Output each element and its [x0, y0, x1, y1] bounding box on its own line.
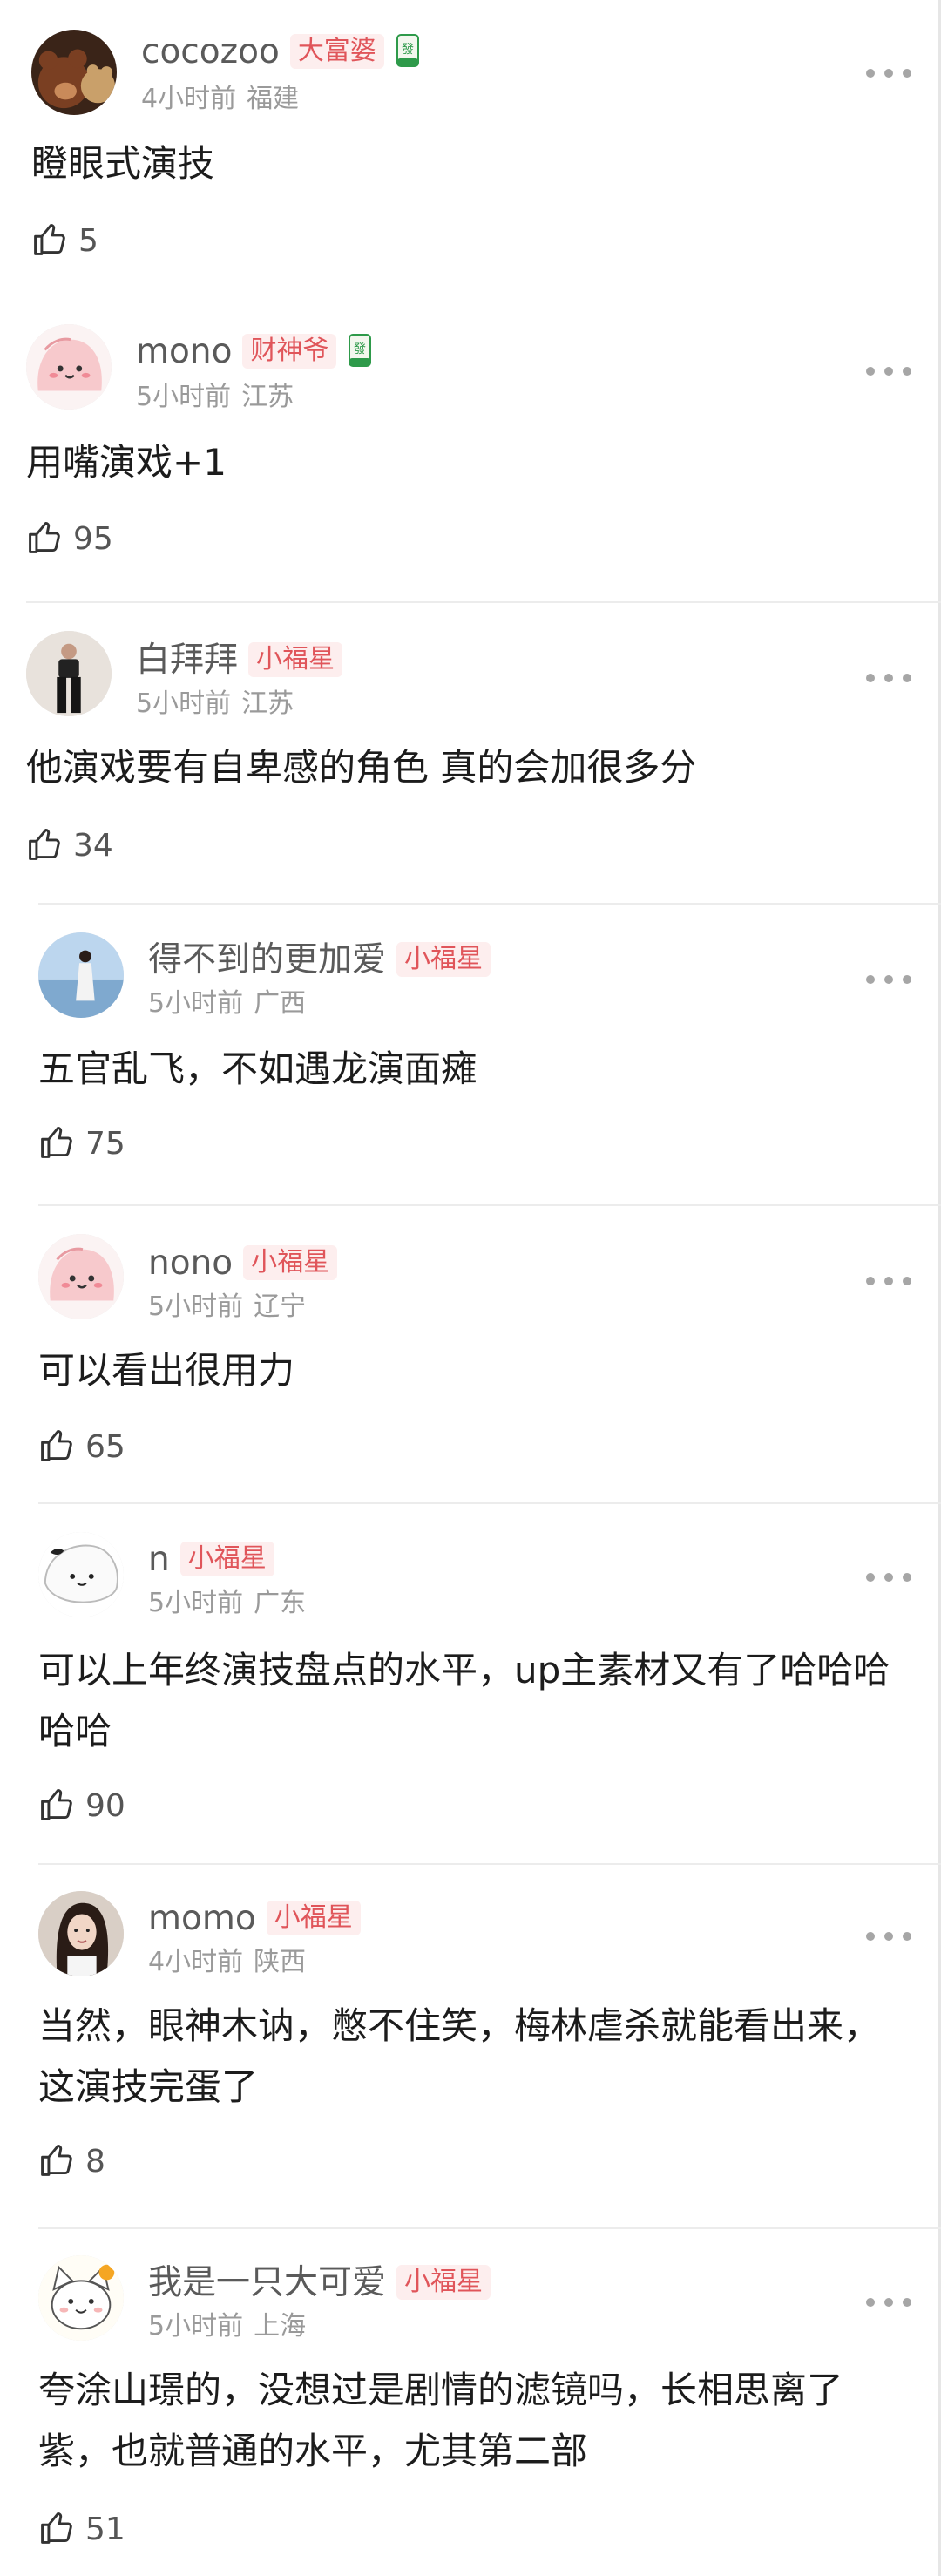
divider	[26, 601, 941, 603]
mahjong-tile-icon: 發	[349, 333, 372, 367]
divider	[38, 1502, 941, 1504]
comment-text: 瞪眼式演技	[31, 142, 215, 185]
comment-time: 5小时前	[148, 1588, 244, 1618]
like-button[interactable]: 5	[31, 221, 98, 261]
divider	[38, 903, 941, 905]
like-button[interactable]: 8	[38, 2142, 105, 2182]
beach-photo-avatar-icon	[38, 932, 124, 1018]
pink-blob-avatar-icon	[38, 1234, 124, 1319]
user-badge: 财神爷	[242, 333, 337, 369]
user-badge: 大富婆	[289, 33, 384, 69]
more-options-icon[interactable]	[866, 1274, 911, 1288]
like-count: 51	[85, 2512, 125, 2547]
thumbs-up-icon	[41, 1126, 72, 1158]
thumbs-up-icon	[29, 828, 60, 860]
like-count: 8	[85, 2144, 105, 2179]
username[interactable]: 得不到的更加爱	[148, 940, 386, 980]
comment-time: 5小时前	[148, 988, 244, 1019]
like-button[interactable]: 34	[26, 826, 113, 866]
more-options-icon[interactable]	[866, 973, 911, 986]
comment-text: 他演戏要有自卑感的角色 真的会加很多分	[26, 746, 697, 789]
comment-location: 辽宁	[254, 1291, 307, 1322]
username[interactable]: 我是一只大可爱	[148, 2263, 386, 2302]
bear-avatar-icon	[31, 30, 117, 115]
username[interactable]: cocozoo	[141, 32, 280, 71]
like-button[interactable]: 51	[38, 2510, 125, 2550]
avatar[interactable]	[38, 1891, 124, 1976]
like-count: 34	[73, 828, 113, 864]
avatar[interactable]	[38, 2255, 124, 2341]
more-options-icon[interactable]	[866, 1929, 911, 1943]
like-button[interactable]: 90	[38, 1786, 125, 1827]
username[interactable]: mono	[136, 332, 232, 371]
thumbs-up-icon	[29, 521, 60, 553]
comment-time: 4小时前	[148, 1947, 244, 1977]
comment-location: 福建	[247, 84, 300, 114]
comment-location: 陕西	[254, 1947, 307, 1977]
comment-text: 当然，眼神木讷，憋不住笑，梅林虐杀就能看出来，这演技完蛋了	[38, 2004, 881, 2108]
like-count: 65	[85, 1429, 125, 1465]
girl-photo-avatar-icon	[38, 1891, 124, 1976]
thumbs-up-icon	[41, 1788, 72, 1820]
like-count: 5	[78, 223, 98, 259]
more-options-icon[interactable]	[866, 2295, 911, 2309]
more-options-icon[interactable]	[866, 364, 911, 378]
comment-text: 可以上年终演技盘点的水平，up主素材又有了哈哈哈哈哈	[38, 1649, 890, 1752]
comment-location: 江苏	[241, 688, 294, 719]
divider	[38, 1863, 941, 1865]
svg-text:發: 發	[402, 43, 414, 57]
username[interactable]: n	[148, 1540, 170, 1579]
username[interactable]: momo	[148, 1899, 256, 1938]
svg-text:發: 發	[354, 342, 366, 356]
avatar[interactable]	[26, 324, 112, 410]
user-badge: 小福星	[266, 1900, 361, 1935]
user-badge: 小福星	[396, 941, 491, 977]
more-options-icon[interactable]	[866, 671, 911, 685]
like-button[interactable]: 75	[38, 1124, 125, 1164]
mahjong-tile-icon: 發	[396, 33, 419, 67]
comment-time: 5小时前	[136, 382, 232, 412]
user-badge: 小福星	[243, 1244, 338, 1280]
username[interactable]: nono	[148, 1244, 233, 1283]
user-badge: 小福星	[179, 1541, 274, 1576]
divider	[38, 1204, 941, 1206]
thumbs-up-icon	[41, 1429, 72, 1461]
like-button[interactable]: 65	[38, 1427, 125, 1468]
white-cartoon-avatar-icon	[38, 1532, 124, 1617]
comment-location: 广西	[254, 988, 307, 1019]
divider	[38, 2227, 941, 2229]
like-button[interactable]: 95	[26, 519, 113, 559]
comment-time: 5小时前	[148, 1291, 244, 1322]
avatar[interactable]	[26, 631, 112, 716]
thumbs-up-icon	[34, 223, 65, 255]
comment-text: 五官乱飞，不如遇龙演面瘫	[38, 1047, 478, 1090]
more-options-icon[interactable]	[866, 66, 911, 80]
avatar[interactable]	[31, 30, 117, 115]
like-count: 90	[85, 1788, 125, 1824]
comment-time: 5小时前	[148, 2311, 244, 2342]
avatar[interactable]	[38, 1532, 124, 1617]
avatar[interactable]	[38, 1234, 124, 1319]
comment-location: 江苏	[241, 382, 294, 412]
comment-text: 用嘴演戏+1	[26, 441, 227, 484]
more-options-icon[interactable]	[866, 1570, 911, 1584]
comment-text: 可以看出很用力	[38, 1349, 295, 1392]
like-count: 75	[85, 1126, 125, 1162]
thumbs-up-icon	[41, 2144, 72, 2176]
pink-blob-avatar-icon	[26, 324, 112, 410]
comment-text: 夸涂山璟的，没想过是剧情的滤镜吗，长相思离了紫，也就普通的水平，尤其第二部	[38, 2369, 844, 2472]
comment-location: 广东	[254, 1588, 307, 1618]
comment-time: 4小时前	[141, 84, 237, 114]
user-badge: 小福星	[396, 2264, 491, 2300]
cat-cartoon-avatar-icon	[38, 2255, 124, 2341]
person-photo-avatar-icon	[26, 631, 112, 716]
thumbs-up-icon	[41, 2512, 72, 2544]
comment-location: 上海	[254, 2311, 307, 2342]
like-count: 95	[73, 521, 113, 557]
comment-time: 5小时前	[136, 688, 232, 719]
avatar[interactable]	[38, 932, 124, 1018]
user-badge: 小福星	[248, 641, 343, 677]
username[interactable]: 白拜拜	[136, 641, 238, 680]
